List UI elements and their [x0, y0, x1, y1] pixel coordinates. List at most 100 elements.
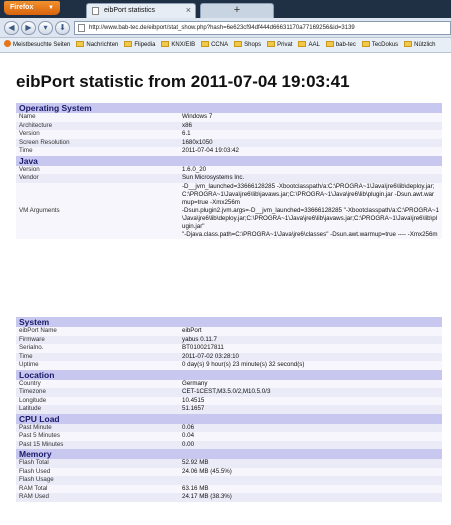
row-label: Time	[16, 147, 179, 156]
row-label: Country	[16, 379, 179, 388]
table-row: VM Arguments -D__jvm_launched=33666128285…	[16, 182, 442, 239]
row-label: VM Arguments	[16, 182, 179, 239]
table-row: RAM Total 63.16 MB	[16, 484, 442, 493]
bookmark-item[interactable]: TecDokus	[361, 38, 398, 52]
arrow-left-icon: ◀	[8, 23, 15, 32]
folder-icon	[267, 41, 276, 47]
page-content: eibPort statistic from 2011-07-04 19:03:…	[0, 54, 451, 525]
table-row: Flash Usage	[16, 476, 442, 485]
table-row: Past Minute 0.06	[16, 423, 442, 432]
section-header: CPU Load	[16, 413, 442, 424]
row-value: CET-1CEST,M3.5.0/2,M10.5.0/3	[179, 388, 442, 397]
bookmark-label: Shops	[244, 42, 262, 48]
os-java-table: Operating System Name Windows 7 Architectur…	[16, 103, 442, 239]
bookmark-label: Nachrichten	[86, 42, 119, 48]
plus-icon: +	[233, 4, 241, 16]
table-row: Name Windows 7	[16, 113, 442, 122]
row-label: Version	[16, 130, 179, 139]
folder-icon	[404, 41, 413, 47]
section-title: Location	[16, 369, 442, 380]
row-label: Firmware	[16, 335, 179, 344]
row-label: Vendor	[16, 174, 179, 183]
row-value: -D__jvm_launched=33666128285 -Xbootclass…	[179, 182, 442, 239]
folder-icon	[361, 41, 370, 47]
table-row: Vendor Sun Microsystems Inc.	[16, 174, 442, 183]
table-row: eibPort Name eibPort	[16, 327, 442, 336]
bookmark-item[interactable]: Nützlich	[404, 38, 436, 52]
bookmark-item[interactable]: Nachrichten	[76, 38, 119, 52]
row-label: RAM Used	[16, 493, 179, 502]
row-value: Germany	[179, 379, 442, 388]
row-value: 0 day(s) 9 hour(s) 23 minute(s) 32 secon…	[179, 361, 442, 370]
section-title: Memory	[16, 449, 442, 459]
row-value: 24.17 MB (38.3%)	[179, 493, 442, 502]
row-label: RAM Total	[16, 484, 179, 493]
new-tab-button[interactable]: +	[200, 3, 274, 18]
bookmark-item[interactable]: Shops	[234, 38, 262, 52]
folder-icon	[234, 41, 243, 47]
table-row: Uptime 0 day(s) 9 hour(s) 23 minute(s) 32…	[16, 361, 442, 370]
bookmark-item[interactable]: AAL	[298, 38, 320, 52]
row-label: Serialno.	[16, 344, 179, 353]
folder-icon	[201, 41, 210, 47]
bookmark-item[interactable]: bab-tec	[325, 38, 356, 52]
forward-button[interactable]: ▶	[21, 21, 36, 35]
row-value: 24.06 MB (45.5%)	[179, 467, 442, 476]
row-label: Architecture	[16, 121, 179, 130]
row-label: Timezone	[16, 388, 179, 397]
table-row: Version 1.6.0_20	[16, 165, 442, 174]
navigation-toolbar: ◀ ▶ ▾ ⬇ http://www.bab-tec.de/eibport/st…	[0, 18, 451, 38]
bookmark-label: Nützlich	[414, 42, 436, 48]
table-row: Past 5 Minutes 0.04	[16, 432, 442, 441]
bookmark-item[interactable]: Meistbesuchte Seiten	[4, 38, 70, 52]
row-value: 6.1	[179, 130, 442, 139]
row-label: Longitude	[16, 396, 179, 405]
close-icon[interactable]: ×	[186, 4, 191, 17]
row-label: Time	[16, 352, 179, 361]
page-icon	[92, 7, 99, 15]
folder-icon	[124, 41, 133, 47]
bookmark-item[interactable]: Privat	[267, 38, 293, 52]
table-row: Firmware yabus 0.11.7	[16, 335, 442, 344]
table-row: Architecture x86	[16, 121, 442, 130]
row-value: Windows 7	[179, 113, 442, 122]
row-value: yabus 0.11.7	[179, 335, 442, 344]
back-button[interactable]: ◀	[4, 21, 19, 35]
address-url: http://www.bab-tec.de/eibport/stat_show.…	[89, 25, 355, 31]
table-row: Latitude 51.1657	[16, 405, 442, 414]
table-row: Version 6.1	[16, 130, 442, 139]
bookmark-label: Flipedia	[134, 42, 156, 48]
address-bar[interactable]: http://www.bab-tec.de/eibport/stat_show.…	[74, 21, 451, 35]
history-dropdown-button[interactable]: ▾	[38, 21, 53, 35]
firefox-menu-button[interactable]: Firefox ▼	[4, 1, 60, 15]
row-value: 51.1657	[179, 405, 442, 414]
tab-eibport-statistics[interactable]: eibPort statistics ×	[86, 3, 196, 18]
row-label: Name	[16, 113, 179, 122]
arrow-down-icon: ⬇	[59, 23, 66, 32]
chevron-down-icon: ▾	[43, 23, 48, 32]
page-icon	[78, 24, 85, 32]
section-title: System	[16, 317, 442, 327]
table-row: Flash Used 24.06 MB (45.5%)	[16, 467, 442, 476]
row-label: Screen Resolution	[16, 138, 179, 147]
row-label: Past Minute	[16, 423, 179, 432]
folder-icon	[298, 41, 307, 47]
bookmark-item[interactable]: Flipedia	[124, 38, 156, 52]
row-label: Flash Usage	[16, 476, 179, 485]
table-row: Screen Resolution 1680x1050	[16, 138, 442, 147]
table-row: Past 15 Minutes 0.00	[16, 440, 442, 449]
section-title: Java	[16, 155, 442, 166]
bookmark-item[interactable]: CCNA	[201, 38, 228, 52]
section-header: Operating System	[16, 103, 442, 113]
download-button[interactable]: ⬇	[55, 21, 70, 35]
row-value: BT0100217811	[179, 344, 442, 353]
row-value: 1680x1050	[179, 138, 442, 147]
system-table: System eibPort Name eibPort Firmware yabus 0…	[16, 317, 442, 502]
section-title: CPU Load	[16, 413, 442, 424]
bookmark-item[interactable]: KNX/EIB	[161, 38, 195, 52]
row-label: Flash Used	[16, 467, 179, 476]
row-label: Uptime	[16, 361, 179, 370]
section-header: System	[16, 317, 442, 327]
row-value: eibPort	[179, 327, 442, 336]
bookmark-label: Privat	[277, 42, 293, 48]
